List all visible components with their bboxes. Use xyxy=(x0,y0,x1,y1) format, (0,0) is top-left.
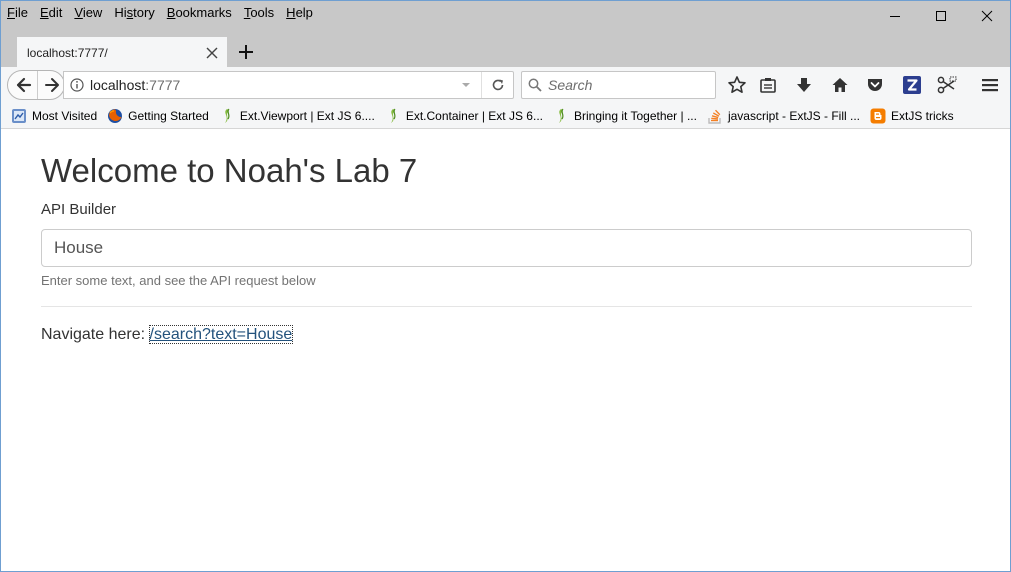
bookmark-ext-viewport[interactable]: Ext.Viewport | Ext JS 6.... xyxy=(215,105,379,127)
bookmark-ext-container[interactable]: Ext.Container | Ext JS 6... xyxy=(381,105,547,127)
forward-arrow-icon xyxy=(44,78,59,92)
search-input[interactable]: Search xyxy=(548,77,592,93)
blogger-icon xyxy=(870,108,886,124)
tab-strip: localhost:7777/ xyxy=(1,27,1010,67)
menu-help[interactable]: Help xyxy=(280,2,319,24)
bookmark-most-visited[interactable]: Most Visited xyxy=(7,105,101,127)
screenshot-button[interactable] xyxy=(935,73,959,97)
menu-bookmarks[interactable]: Bookmarks xyxy=(161,2,238,24)
bookmark-stackoverflow[interactable]: javascript - ExtJS - Fill ... xyxy=(703,105,864,127)
menu-history[interactable]: History xyxy=(108,2,160,24)
url-history-dropdown[interactable] xyxy=(451,72,481,98)
menu-bar: File Edit View History Bookmarks Tools H… xyxy=(1,1,1010,27)
bookmark-star-button[interactable] xyxy=(725,73,749,97)
scissors-icon xyxy=(937,76,957,94)
search-bar[interactable]: Search xyxy=(521,71,716,99)
back-button[interactable] xyxy=(8,71,38,99)
search-icon xyxy=(528,78,542,92)
star-icon xyxy=(728,76,746,93)
page-content: Welcome to Noah's Lab 7 API Builder Hous… xyxy=(1,130,1010,571)
menu-view-rest: iew xyxy=(82,5,103,20)
api-request-link[interactable]: /search?text=House xyxy=(148,325,294,344)
bookmark-label: Ext.Container | Ext JS 6... xyxy=(405,108,543,123)
back-arrow-icon xyxy=(16,77,31,93)
firefox-icon xyxy=(107,108,123,124)
home-icon xyxy=(832,78,848,92)
bookmark-label: Most Visited xyxy=(32,108,98,123)
input-help-text: Enter some text, and see the API request… xyxy=(41,273,316,288)
sencha-leaf-icon xyxy=(385,108,401,124)
bookmark-label: Bringing it Together | ... xyxy=(574,108,697,123)
search-icon-wrap xyxy=(522,72,548,98)
home-button[interactable] xyxy=(828,73,852,97)
download-arrow-icon xyxy=(797,78,811,92)
site-info-button[interactable] xyxy=(64,72,90,98)
downloads-button[interactable] xyxy=(792,73,816,97)
info-icon xyxy=(70,78,84,92)
close-icon xyxy=(981,10,993,22)
bookmark-bringing-together[interactable]: Bringing it Together | ... xyxy=(549,105,701,127)
menu-tools[interactable]: Tools xyxy=(238,2,280,24)
bookmark-getting-started[interactable]: Getting Started xyxy=(103,105,213,127)
menu-history-rest: tory xyxy=(133,5,155,20)
zotero-icon xyxy=(903,76,921,94)
bookmark-extjs-tricks[interactable]: ExtJS tricks xyxy=(866,105,958,127)
open-menu-button[interactable] xyxy=(978,73,1002,97)
api-text-input[interactable]: House xyxy=(41,229,972,267)
bookmark-label: Ext.Viewport | Ext JS 6.... xyxy=(239,108,375,123)
page-title: Welcome to Noah's Lab 7 xyxy=(41,152,418,189)
minimize-icon xyxy=(890,16,900,17)
reload-button[interactable] xyxy=(481,72,513,98)
reading-list-button[interactable] xyxy=(756,73,780,97)
url-bar[interactable]: localhost:7777 xyxy=(63,71,514,99)
reload-icon xyxy=(492,79,503,91)
maximize-icon xyxy=(936,11,946,21)
sencha-leaf-icon xyxy=(553,108,569,124)
menu-file[interactable]: File xyxy=(1,2,34,24)
tab-localhost[interactable]: localhost:7777/ xyxy=(17,37,227,67)
divider xyxy=(41,306,972,307)
api-builder-label: API Builder xyxy=(41,201,117,218)
bookmark-label: Getting Started xyxy=(128,108,209,123)
zotero-button[interactable] xyxy=(900,73,924,97)
clipboard-icon xyxy=(760,78,776,93)
new-tab-button[interactable] xyxy=(234,40,258,64)
bookmark-label: ExtJS tricks xyxy=(891,108,954,123)
plus-icon xyxy=(239,45,253,59)
navigation-toolbar: localhost:7777 Search xyxy=(1,67,1010,103)
tab-title: localhost:7777/ xyxy=(27,46,108,60)
tab-close-button[interactable] xyxy=(197,39,227,67)
url-port: :7777 xyxy=(145,77,181,93)
forward-button[interactable] xyxy=(38,71,65,99)
back-forward-group xyxy=(7,70,65,100)
menu-help-rest: elp xyxy=(295,5,313,20)
menu-view[interactable]: View xyxy=(68,2,108,24)
menu-tools-rest: ools xyxy=(250,5,275,20)
pocket-button[interactable] xyxy=(863,73,887,97)
menu-edit-rest: dit xyxy=(48,5,63,20)
bookmark-label: javascript - ExtJS - Fill ... xyxy=(727,108,860,123)
menu-file-rest: ile xyxy=(14,5,28,20)
pocket-icon xyxy=(868,79,882,91)
menu-edit[interactable]: Edit xyxy=(34,2,68,24)
navigate-line: Navigate here: /search?text=House xyxy=(41,325,294,344)
most-visited-icon xyxy=(11,108,27,124)
close-tab-icon xyxy=(206,47,218,59)
navigate-prefix: Navigate here: xyxy=(41,326,150,343)
chevron-down-icon xyxy=(462,83,470,87)
stackoverflow-icon xyxy=(707,108,723,124)
url-host: localhost xyxy=(90,77,146,93)
bookmarks-toolbar: Most Visited Getting Started Ext.Viewpor… xyxy=(1,103,1010,129)
url-text: localhost:7777 xyxy=(90,77,451,93)
sencha-leaf-icon xyxy=(219,108,235,124)
menu-bookmarks-rest: ookmarks xyxy=(175,5,232,20)
hamburger-icon xyxy=(982,79,998,92)
